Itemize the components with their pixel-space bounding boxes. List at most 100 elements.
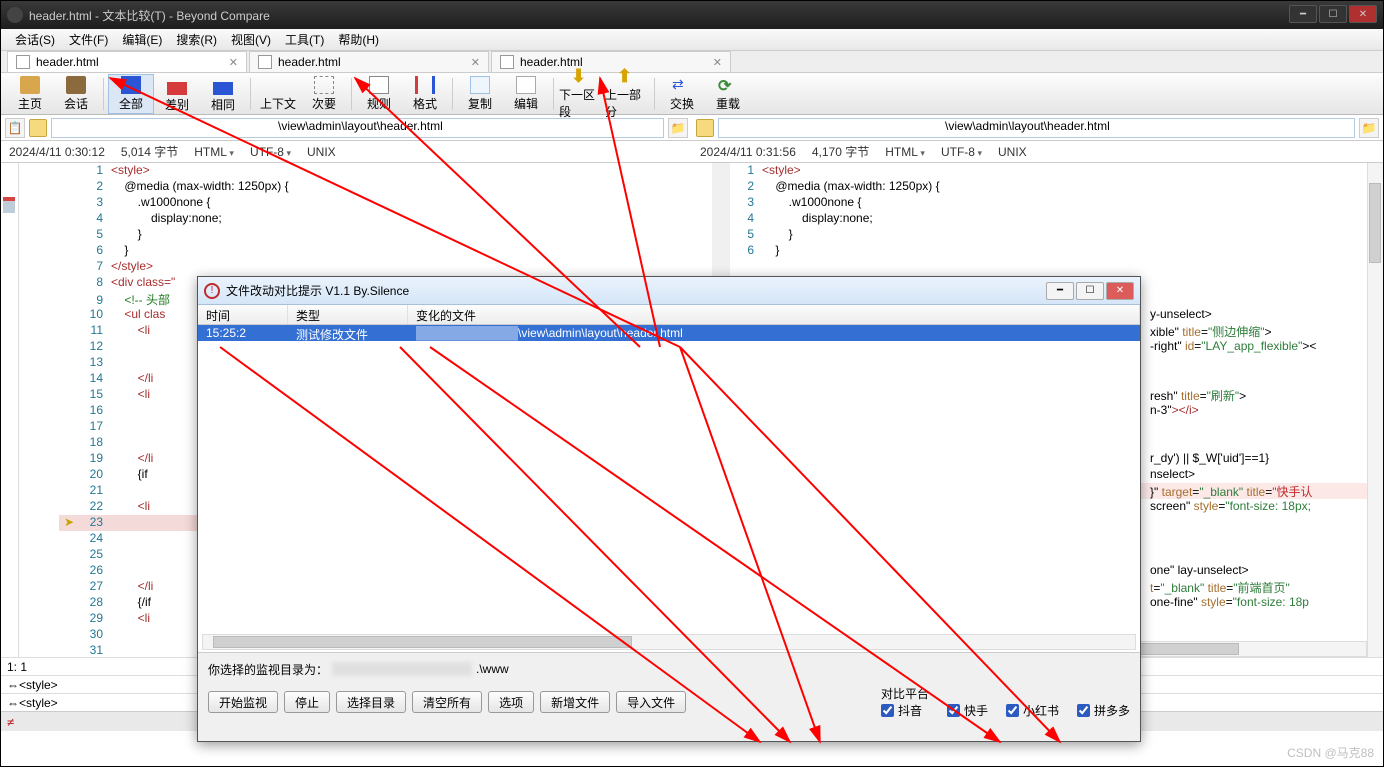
right-size: 4,170 字节 <box>812 143 869 160</box>
edit-button[interactable]: 编辑 <box>503 74 549 114</box>
platform-checkboxes: 对比平台 抖音 快手 小红书 拼多多 <box>881 685 1130 719</box>
reload-button[interactable]: ⟳重载 <box>705 74 751 114</box>
left-path-input[interactable]: xxxxxxxxxxxxxxxxxxxxxxxxxxxxxxxxxxxxx\vi… <box>51 118 664 138</box>
swap-button[interactable]: ⇄交换 <box>659 74 705 114</box>
monitor-dir-label: 你选择的监视目录为：.\www <box>208 659 1130 679</box>
not-equal-icon: ≠ <box>7 715 14 729</box>
minor-icon <box>314 76 334 94</box>
menu-search[interactable]: 搜索(R) <box>170 29 223 50</box>
current-line-arrow-icon: ➤ <box>59 515 79 529</box>
minor-button[interactable]: 次要 <box>301 74 347 114</box>
left-browse-button[interactable]: 📁 <box>668 118 688 138</box>
dialog-horizontal-scrollbar[interactable] <box>202 634 1136 650</box>
swap-icon: ⇄ <box>672 76 692 94</box>
rules-button[interactable]: 规则 <box>356 74 402 114</box>
session-button[interactable]: 会话 <box>53 74 99 114</box>
info-row: 2024/4/11 0:30:12 5,014 字节 HTML UTF-8 UN… <box>1 141 1383 163</box>
dialog-minimize-button[interactable]: ━ <box>1046 282 1074 300</box>
app-icon <box>7 7 23 23</box>
right-path-input[interactable]: xxxxxxxxxxxxxxxxxxxxxxxxxxxxxxxxxxxxx\vi… <box>718 118 1355 138</box>
right-encoding[interactable]: UTF-8 <box>941 145 982 159</box>
right-browse-button[interactable]: 📁 <box>1359 118 1379 138</box>
copy-button[interactable]: 复制 <box>457 74 503 114</box>
same-icon <box>213 82 233 95</box>
platform-pinduoduo[interactable]: 拼多多 <box>1077 702 1130 719</box>
maximize-button[interactable]: ☐ <box>1319 5 1347 23</box>
tab-3-close-icon[interactable]: ✕ <box>713 56 722 69</box>
tab-2[interactable]: header.html ✕ <box>249 51 489 72</box>
briefcase-icon <box>66 76 86 94</box>
tab-3[interactable]: header.html ✕ <box>491 51 731 72</box>
col-file[interactable]: 变化的文件 <box>408 305 1140 324</box>
table-body[interactable]: 15:25:2 测试修改文件 ████████████\view\admin\l… <box>198 325 1140 653</box>
edit-icon <box>516 76 536 94</box>
left-encoding[interactable]: UTF-8 <box>250 145 291 159</box>
menu-edit[interactable]: 编辑(E) <box>116 29 168 50</box>
col-time[interactable]: 时间 <box>198 305 288 324</box>
import-file-button[interactable]: 导入文件 <box>616 691 686 713</box>
format-button[interactable]: 格式 <box>402 74 448 114</box>
left-size: 5,014 字节 <box>121 143 178 160</box>
close-button[interactable]: ✕ <box>1349 5 1377 23</box>
dialog-maximize-button[interactable]: ☐ <box>1076 282 1104 300</box>
menu-session[interactable]: 会话(S) <box>9 29 61 50</box>
right-lang[interactable]: HTML <box>885 145 925 159</box>
menu-tools[interactable]: 工具(T) <box>279 29 330 50</box>
prev-section-button[interactable]: ⬆上一部分 <box>604 74 650 114</box>
overview-thumbnail[interactable] <box>1 163 19 657</box>
dialog-title: 文件改动对比提示 V1.1 By.Silence <box>226 282 1040 299</box>
diff-button[interactable]: 差别 <box>154 74 200 114</box>
left-lang[interactable]: HTML <box>194 145 234 159</box>
table-row[interactable]: 15:25:2 测试修改文件 ████████████\view\admin\l… <box>198 325 1140 341</box>
menu-file[interactable]: 文件(F) <box>63 29 114 50</box>
document-tabs: header.html ✕ header.html ✕ header.html … <box>1 51 1383 73</box>
tab-2-close-icon[interactable]: ✕ <box>471 56 480 69</box>
right-eol: UNIX <box>998 145 1027 159</box>
copy-icon <box>470 76 490 94</box>
context-icon <box>268 76 288 94</box>
same-button[interactable]: 相同 <box>200 74 246 114</box>
dialog-title-bar[interactable]: ! 文件改动对比提示 V1.1 By.Silence ━ ☐ ✕ <box>198 277 1140 305</box>
tab-2-label: header.html <box>278 55 341 69</box>
platform-xiaohongshu[interactable]: 小红书 <box>1006 702 1059 719</box>
choose-dir-button[interactable]: 选择目录 <box>336 691 406 713</box>
table-header: 时间 类型 变化的文件 <box>198 305 1140 325</box>
reload-icon: ⟳ <box>718 76 738 94</box>
left-history-button[interactable]: 📋 <box>5 118 25 138</box>
window-title: header.html - 文本比较(T) - Beyond Compare <box>29 7 1289 24</box>
options-button[interactable]: 选项 <box>488 691 534 713</box>
tab-1-label: header.html <box>36 55 99 69</box>
home-icon <box>20 76 40 94</box>
diff-icon <box>167 82 187 95</box>
start-monitor-button[interactable]: 开始监视 <box>208 691 278 713</box>
new-file-button[interactable]: 新增文件 <box>540 691 610 713</box>
main-toolbar: 主页 会话 全部 差别 相同 上下文 次要 规则 格式 复制 编辑 ⬇下一区段 … <box>1 73 1383 115</box>
platform-kuaishou[interactable]: 快手 <box>947 702 988 719</box>
menu-help[interactable]: 帮助(H) <box>332 29 385 50</box>
clear-all-button[interactable]: 清空所有 <box>412 691 482 713</box>
dialog-close-button[interactable]: ✕ <box>1106 282 1134 300</box>
col-type[interactable]: 类型 <box>288 305 408 324</box>
platform-douyin[interactable]: 抖音 <box>881 702 929 719</box>
right-timestamp: 2024/4/11 0:31:56 <box>700 145 796 159</box>
home-button[interactable]: 主页 <box>7 74 53 114</box>
tab-1[interactable]: header.html ✕ <box>7 51 247 72</box>
left-timestamp: 2024/4/11 0:30:12 <box>9 145 105 159</box>
menu-view[interactable]: 视图(V) <box>225 29 277 50</box>
context-button[interactable]: 上下文 <box>255 74 301 114</box>
platform-title: 对比平台 <box>881 685 929 702</box>
minimize-button[interactable]: ━ <box>1289 5 1317 23</box>
all-button[interactable]: 全部 <box>108 74 154 114</box>
window-title-bar: header.html - 文本比较(T) - Beyond Compare ━… <box>1 1 1383 29</box>
vertical-scrollbar[interactable] <box>1367 163 1383 657</box>
left-eol: UNIX <box>307 145 336 159</box>
file-icon <box>500 55 514 69</box>
menu-bar: 会话(S) 文件(F) 编辑(E) 搜索(R) 视图(V) 工具(T) 帮助(H… <box>1 29 1383 51</box>
watermark: CSDN @马克88 <box>1287 744 1374 761</box>
tab-1-close-icon[interactable]: ✕ <box>229 56 238 69</box>
stop-button[interactable]: 停止 <box>284 691 330 713</box>
format-icon <box>415 76 435 94</box>
all-icon <box>121 76 141 94</box>
next-section-button[interactable]: ⬇下一区段 <box>558 74 604 114</box>
arrow-down-icon: ⬇ <box>571 67 591 85</box>
